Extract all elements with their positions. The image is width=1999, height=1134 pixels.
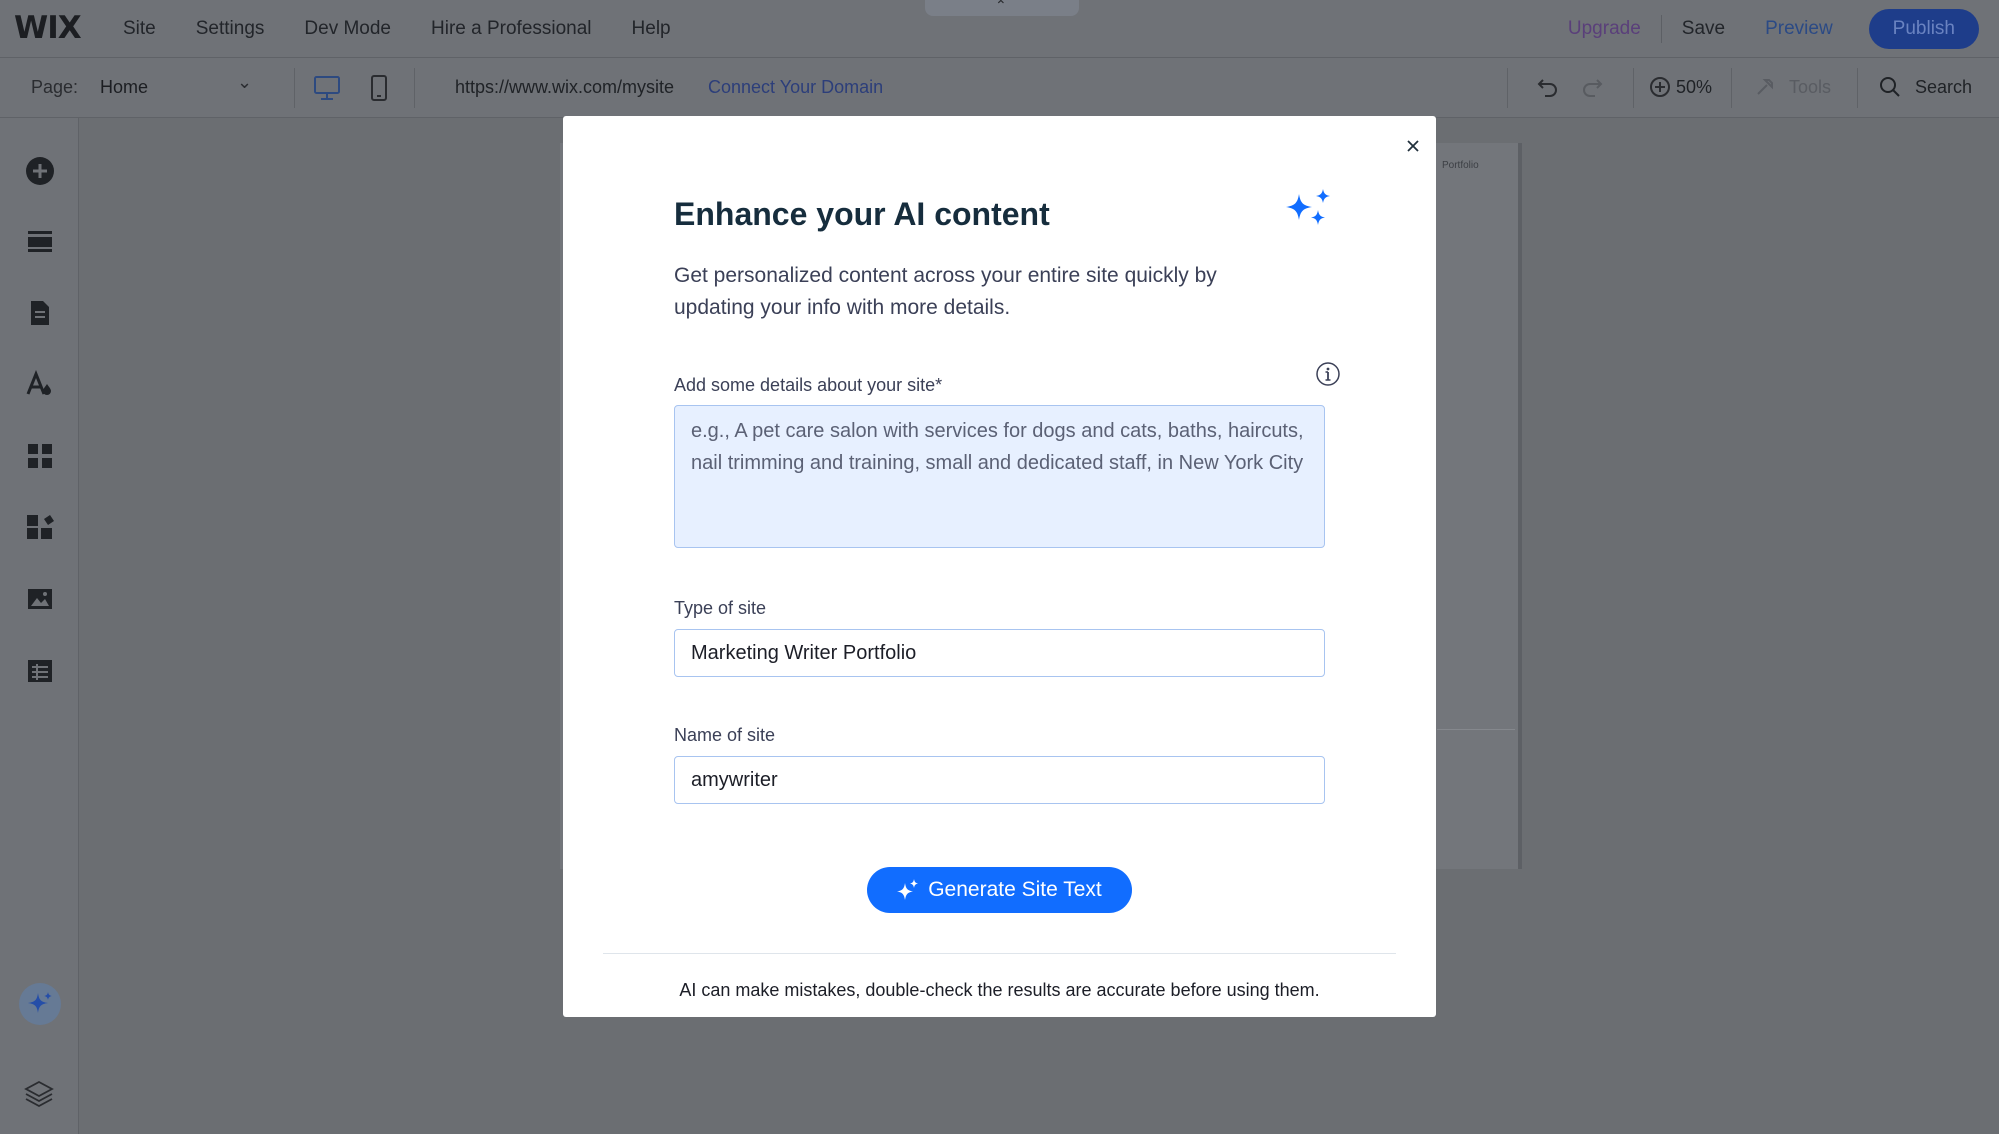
divider (1633, 68, 1634, 108)
tools-button[interactable] (1750, 72, 1780, 102)
tools-icon (1757, 79, 1773, 95)
table-icon (28, 660, 52, 682)
search-icon (1880, 77, 1900, 97)
ai-sparkle-icon (1286, 189, 1330, 225)
type-of-site-label: Type of site (674, 598, 767, 618)
tools-label[interactable]: Tools (1789, 77, 1831, 98)
dialog-description: Get personalized content across your ent… (674, 264, 1217, 319)
divider (294, 68, 295, 108)
redo-icon (1583, 79, 1603, 97)
publish-button[interactable]: Publish (1868, 9, 1979, 49)
search-label[interactable]: Search (1915, 77, 1972, 98)
editor-toolbar: Page: Home ⌄ https://www.wix.com/mysite … (0, 58, 1999, 118)
info-icon[interactable] (1315, 361, 1341, 387)
puzzle-icon (27, 515, 54, 539)
divider (1507, 68, 1508, 108)
close-button[interactable] (1397, 130, 1429, 162)
mobile-icon (371, 75, 387, 101)
dialog-title: Enhance your AI content (674, 196, 1050, 232)
ai-disclaimer: AI can make mistakes, double-check the r… (679, 980, 1320, 1000)
ai-assistant-button[interactable] (19, 983, 61, 1025)
add-section-button[interactable] (22, 223, 58, 259)
desktop-view-button[interactable] (310, 71, 344, 105)
zoom-level[interactable]: 50% (1676, 77, 1712, 98)
page-icon (31, 301, 49, 325)
enhance-ai-content-dialog: Enhance your AI content Get personalized… (563, 116, 1436, 1017)
media-button[interactable] (22, 581, 58, 617)
generate-site-text-button[interactable]: Generate Site Text (867, 867, 1132, 913)
zoom-button[interactable] (1645, 72, 1675, 102)
sparkle-icon (897, 879, 919, 900)
top-right-actions: Upgrade Save Preview Publish (1568, 0, 1979, 58)
menu-dev-mode[interactable]: Dev Mode (304, 18, 391, 40)
name-of-site-label: Name of site (674, 725, 776, 745)
connect-domain-link[interactable]: Connect Your Domain (708, 77, 883, 98)
name-of-site-input[interactable] (674, 756, 1325, 804)
divider (1857, 68, 1858, 108)
theme-icon (26, 370, 51, 395)
generate-button-label: Generate Site Text (928, 878, 1102, 901)
menu-help[interactable]: Help (632, 18, 671, 40)
menu-settings[interactable]: Settings (196, 18, 265, 40)
page-select[interactable]: Home (100, 77, 148, 98)
search-button[interactable] (1875, 72, 1905, 102)
cms-button[interactable] (22, 653, 58, 689)
wix-logo[interactable]: WIX (14, 10, 82, 46)
menu-site[interactable]: Site (123, 18, 156, 40)
menu-hire-professional[interactable]: Hire a Professional (431, 18, 592, 40)
chevron-up-icon: ⌃ (995, 0, 1007, 13)
top-bar: WIX Site Settings Dev Mode Hire a Profes… (0, 0, 1999, 58)
sparkle-icon (28, 992, 52, 1013)
chevron-down-icon[interactable]: ⌄ (237, 72, 252, 93)
undo-icon (1537, 79, 1557, 97)
site-url: https://www.wix.com/mysite (455, 77, 675, 97)
upgrade-link[interactable]: Upgrade (1568, 18, 1641, 40)
canvas-edge (1518, 143, 1522, 869)
canvas-divider-line (1437, 729, 1515, 730)
site-design-button[interactable] (22, 366, 58, 402)
mobile-view-button[interactable] (362, 71, 396, 105)
left-sidebar (0, 118, 79, 1134)
redo-button[interactable] (1577, 72, 1607, 102)
page-label: Page: (31, 77, 79, 97)
collapse-toolbar-tab[interactable]: ⌃ (925, 0, 1079, 16)
site-details-textarea[interactable] (674, 405, 1325, 548)
apps-icon (28, 444, 52, 468)
main-menu: Site Settings Dev Mode Hire a Profession… (123, 0, 711, 58)
business-apps-button[interactable] (22, 509, 58, 545)
zoom-in-icon (1650, 77, 1670, 97)
close-icon (1407, 140, 1419, 152)
plus-circle-icon (26, 157, 54, 185)
image-icon (28, 589, 52, 609)
divider (1731, 68, 1732, 108)
save-button[interactable]: Save (1682, 18, 1725, 40)
divider (414, 68, 415, 108)
preview-button[interactable]: Preview (1765, 18, 1833, 40)
pages-menu-button[interactable] (22, 295, 58, 331)
type-of-site-input[interactable] (674, 629, 1325, 677)
divider (1660, 15, 1662, 43)
sections-icon (28, 231, 52, 252)
layers-icon[interactable] (23, 1078, 55, 1110)
canvas-nav-label: Portfolio (1442, 160, 1479, 171)
desktop-icon (314, 76, 340, 100)
divider (603, 953, 1396, 954)
add-elements-button[interactable] (22, 153, 58, 189)
add-apps-button[interactable] (22, 438, 58, 474)
details-label: Add some details about your site* (674, 375, 943, 395)
undo-button[interactable] (1533, 72, 1563, 102)
